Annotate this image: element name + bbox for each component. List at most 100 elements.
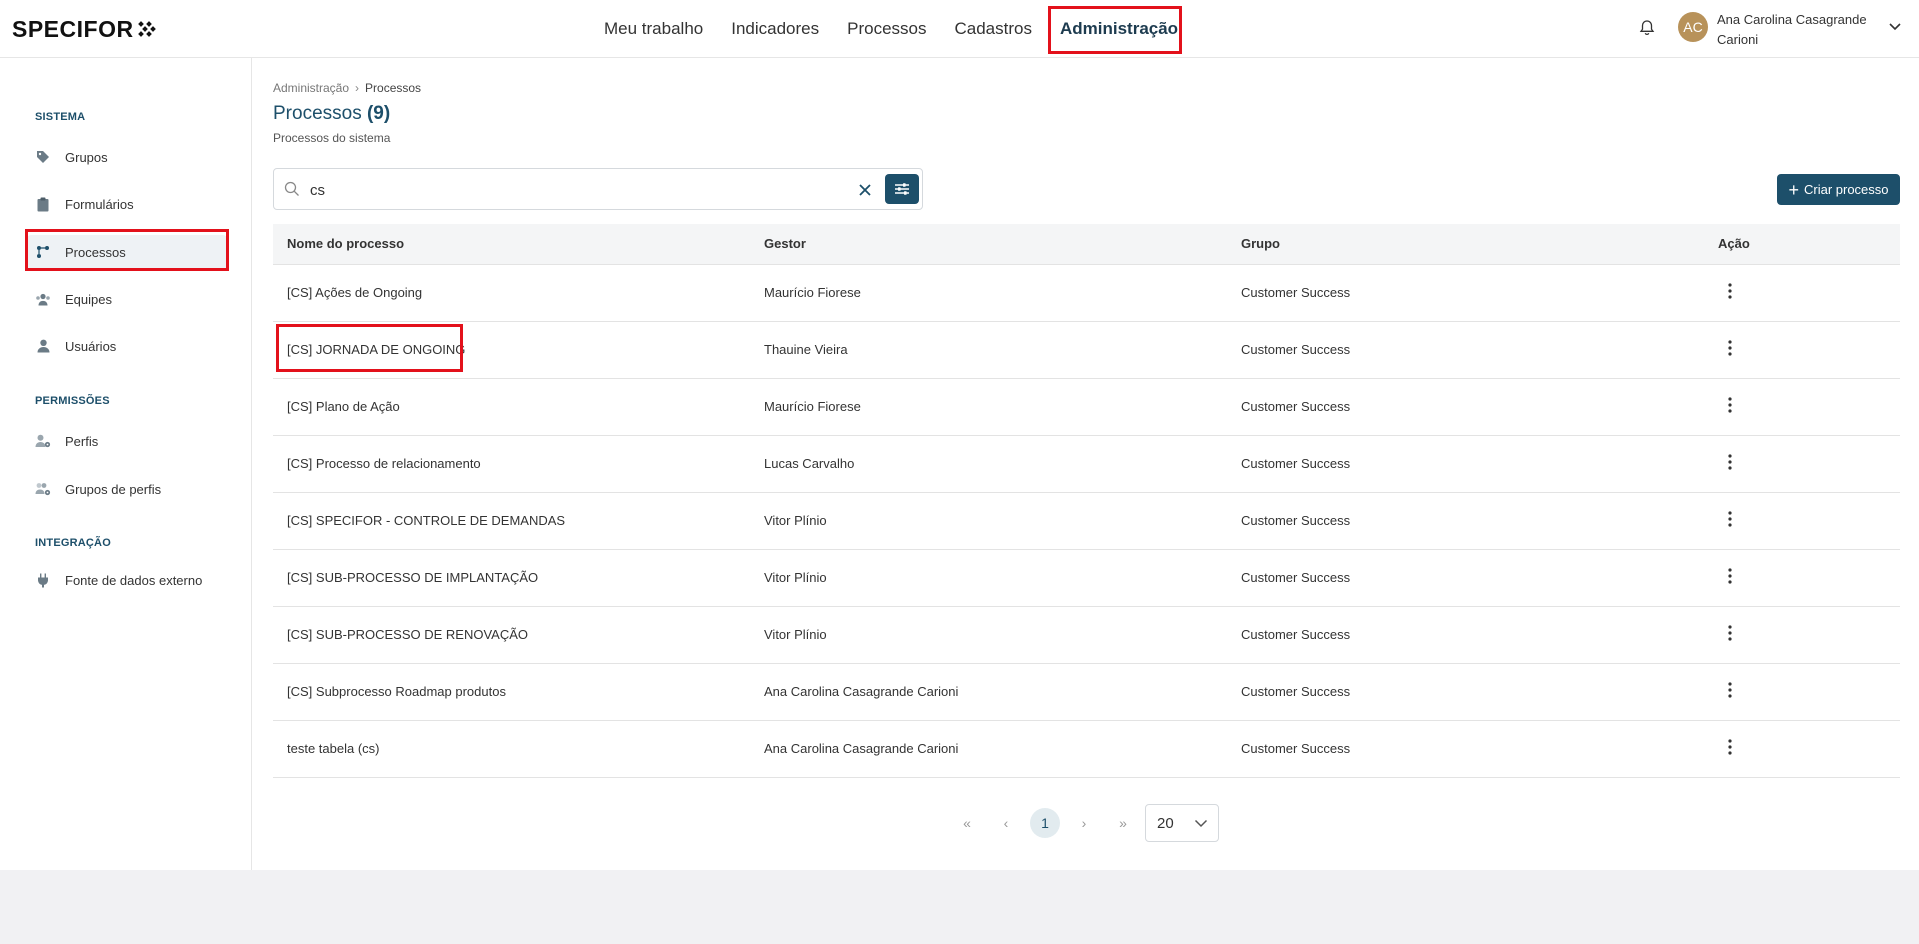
table-row[interactable]: [CS] Subprocesso Roadmap produtos Ana Ca… bbox=[273, 663, 1900, 721]
first-page-icon[interactable]: « bbox=[952, 808, 982, 838]
sliders-icon bbox=[895, 183, 909, 195]
more-vertical-icon[interactable] bbox=[1720, 566, 1740, 586]
process-name[interactable]: [CS] Processo de relacionamento bbox=[273, 435, 750, 493]
sidebar-item-label: Usuários bbox=[65, 338, 117, 354]
process-manager: Thauine Vieira bbox=[750, 321, 1227, 379]
nav-indicadores[interactable]: Indicadores bbox=[731, 19, 819, 39]
sidebar-item-grupos-de-perfis[interactable]: Grupos de perfis bbox=[27, 472, 227, 506]
chevron-right-icon: › bbox=[355, 81, 360, 95]
process-group: Customer Success bbox=[1227, 435, 1704, 493]
close-icon[interactable] bbox=[856, 181, 874, 199]
nav-meu-trabalho[interactable]: Meu trabalho bbox=[604, 19, 703, 39]
table-row[interactable]: [CS] Processo de relacionamento Lucas Ca… bbox=[273, 435, 1900, 493]
table-row[interactable]: [CS] Ações de Ongoing Maurício Fiorese C… bbox=[273, 264, 1900, 322]
more-vertical-icon[interactable] bbox=[1720, 737, 1740, 757]
tag-icon bbox=[35, 149, 51, 165]
sidebar-item-label: Grupos de perfis bbox=[65, 481, 162, 497]
sidebar-item-label: Fonte de dados externo bbox=[65, 572, 203, 588]
logo-text: SPECIFOR bbox=[12, 15, 134, 42]
process-name[interactable]: [CS] JORNADA DE ONGOING bbox=[273, 321, 750, 379]
sidebar-item-label: Processos bbox=[65, 244, 126, 260]
sidebar-section-sistema: SISTEMA bbox=[35, 111, 86, 123]
more-vertical-icon[interactable] bbox=[1720, 623, 1740, 643]
process-name[interactable]: [CS] SUB-PROCESSO DE IMPLANTAÇÃO bbox=[273, 549, 750, 607]
table-row[interactable]: [CS] SUB-PROCESSO DE RENOVAÇÃO Vitor Plí… bbox=[273, 606, 1900, 664]
last-page-icon[interactable]: » bbox=[1108, 808, 1138, 838]
logo-mark-icon bbox=[137, 21, 156, 37]
table-row[interactable]: [CS] JORNADA DE ONGOING Thauine Vieira C… bbox=[273, 321, 1900, 379]
process-name[interactable]: [CS] Subprocesso Roadmap produtos bbox=[273, 663, 750, 721]
sidebar-item-perfis[interactable]: Perfis bbox=[27, 424, 227, 458]
page-size-value: 20 bbox=[1157, 815, 1174, 832]
plug-icon bbox=[35, 572, 51, 588]
users-gear-icon bbox=[35, 481, 51, 497]
page-title: Processos (9) bbox=[273, 103, 390, 125]
breadcrumb-current: Processos bbox=[365, 81, 422, 95]
table-row[interactable]: teste tabela (cs) Ana Carolina Casagrand… bbox=[273, 720, 1900, 778]
process-manager: Vitor Plínio bbox=[750, 492, 1227, 550]
process-group: Customer Success bbox=[1227, 606, 1704, 664]
clipboard-icon bbox=[35, 196, 51, 212]
column-header-group[interactable]: Grupo bbox=[1227, 224, 1704, 265]
sidebar-item-label: Equipes bbox=[65, 291, 112, 307]
team-icon bbox=[35, 291, 51, 307]
chevron-down-icon[interactable] bbox=[1888, 22, 1902, 32]
user-name[interactable]: Ana Carolina Casagrande Carioni bbox=[1717, 10, 1887, 50]
nav-administracao[interactable]: Administração bbox=[1060, 19, 1178, 39]
process-table: Nome do processo Gestor Grupo Ação [CS] … bbox=[273, 224, 1900, 778]
page-title-count: (9) bbox=[366, 103, 391, 124]
breadcrumb: Administração › Processos bbox=[273, 81, 421, 95]
sidebar-item-grupos[interactable]: Grupos bbox=[27, 140, 227, 174]
bell-icon[interactable] bbox=[1638, 19, 1656, 37]
more-vertical-icon[interactable] bbox=[1720, 452, 1740, 472]
sidebar-item-label: Perfis bbox=[65, 433, 99, 449]
page-number[interactable]: 1 bbox=[1030, 808, 1060, 838]
create-process-button[interactable]: + Criar processo bbox=[1777, 174, 1900, 205]
specifor-logo[interactable]: SPECIFOR bbox=[12, 16, 158, 42]
sidebar-item-processos[interactable]: Processos bbox=[27, 235, 227, 269]
plus-icon: + bbox=[1788, 179, 1799, 200]
table-row[interactable]: [CS] Plano de Ação Maurício Fiorese Cust… bbox=[273, 378, 1900, 436]
search-icon bbox=[284, 181, 299, 196]
top-bar: SPECIFOR Meu trabalho Indicadores Proces… bbox=[0, 0, 1919, 58]
sidebar-section-integracao: INTEGRAÇÃO bbox=[35, 537, 111, 549]
next-page-icon[interactable]: › bbox=[1069, 808, 1099, 838]
more-vertical-icon[interactable] bbox=[1720, 338, 1740, 358]
previous-page-icon[interactable]: ‹ bbox=[991, 808, 1021, 838]
search-input[interactable] bbox=[310, 178, 870, 202]
page-title-text: Processos bbox=[273, 103, 362, 124]
sidebar-item-formularios[interactable]: Formulários bbox=[27, 187, 227, 221]
process-name[interactable]: [CS] SPECIFOR - CONTROLE DE DEMANDAS bbox=[273, 492, 750, 550]
pagination: « ‹ 1 › » bbox=[952, 804, 1147, 842]
sidebar-item-usuarios[interactable]: Usuários bbox=[27, 329, 227, 363]
column-header-name[interactable]: Nome do processo bbox=[273, 224, 750, 265]
process-group: Customer Success bbox=[1227, 264, 1704, 322]
page-size-select[interactable]: 20 bbox=[1145, 804, 1219, 842]
process-name[interactable]: [CS] Plano de Ação bbox=[273, 378, 750, 436]
process-name[interactable]: teste tabela (cs) bbox=[273, 720, 750, 778]
nav-cadastros[interactable]: Cadastros bbox=[955, 19, 1032, 39]
process-manager: Ana Carolina Casagrande Carioni bbox=[750, 720, 1227, 778]
filter-button[interactable] bbox=[885, 174, 919, 204]
avatar[interactable]: AC bbox=[1678, 12, 1708, 42]
process-name[interactable]: [CS] Ações de Ongoing bbox=[273, 264, 750, 322]
process-name[interactable]: [CS] SUB-PROCESSO DE RENOVAÇÃO bbox=[273, 606, 750, 664]
more-vertical-icon[interactable] bbox=[1720, 395, 1740, 415]
more-vertical-icon[interactable] bbox=[1720, 509, 1740, 529]
more-vertical-icon[interactable] bbox=[1720, 680, 1740, 700]
column-header-manager[interactable]: Gestor bbox=[750, 224, 1227, 265]
process-group: Customer Success bbox=[1227, 492, 1704, 550]
chevron-down-icon bbox=[1194, 819, 1208, 828]
table-header-row: Nome do processo Gestor Grupo Ação bbox=[273, 224, 1900, 265]
table-row[interactable]: [CS] SPECIFOR - CONTROLE DE DEMANDAS Vit… bbox=[273, 492, 1900, 550]
breadcrumb-parent[interactable]: Administração bbox=[273, 81, 349, 95]
table-row[interactable]: [CS] SUB-PROCESSO DE IMPLANTAÇÃO Vitor P… bbox=[273, 549, 1900, 607]
sidebar-item-equipes[interactable]: Equipes bbox=[27, 282, 227, 316]
nav-processos[interactable]: Processos bbox=[847, 19, 926, 39]
sidebar-item-label: Grupos bbox=[65, 149, 108, 165]
more-vertical-icon[interactable] bbox=[1720, 281, 1740, 301]
process-manager: Vitor Plínio bbox=[750, 549, 1227, 607]
user-icon bbox=[35, 338, 51, 354]
main-nav: Meu trabalho Indicadores Processos Cadas… bbox=[604, 0, 1206, 58]
sidebar-item-fonte-de-dados-externo[interactable]: Fonte de dados externo bbox=[27, 563, 227, 597]
